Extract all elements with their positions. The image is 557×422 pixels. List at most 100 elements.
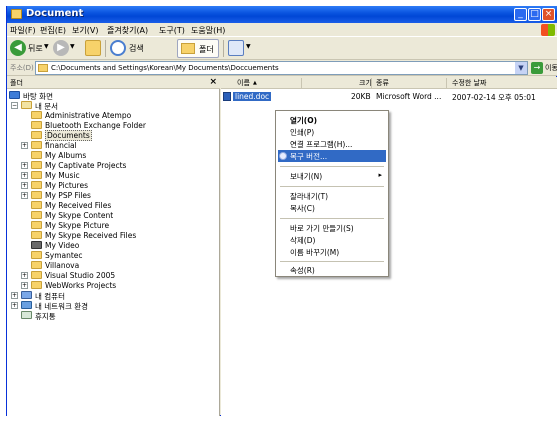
folder-icon	[31, 161, 42, 169]
file-size: 20KB	[351, 92, 371, 101]
tree-item-label[interactable]: Administrative Atempo	[45, 111, 131, 120]
back-label[interactable]: 뒤로	[28, 43, 43, 54]
folders-pane: 폴더 × 바탕 화면 − 내 문서 Administrative Atempo …	[7, 77, 220, 416]
menu-edit[interactable]: 편집(E)	[40, 25, 66, 36]
column-separator[interactable]	[301, 78, 302, 88]
expand-icon[interactable]: +	[21, 272, 28, 279]
menu-item-create-shortcut[interactable]: 바로 가기 만들기(S)	[278, 222, 386, 234]
maximize-button[interactable]: □	[528, 8, 541, 21]
submenu-arrow-icon: ▸	[378, 171, 382, 179]
tree-item-label[interactable]: 휴지통	[35, 311, 56, 322]
folders-label: 폴더	[199, 45, 214, 54]
views-button[interactable]	[228, 40, 244, 56]
minimize-button[interactable]: _	[514, 8, 527, 21]
folder-icon	[31, 201, 42, 209]
views-dropdown-icon[interactable]: ▼	[246, 43, 251, 50]
tree-item-label[interactable]: My Skype Received Files	[45, 231, 136, 240]
forward-dropdown-icon[interactable]: ▼	[70, 43, 75, 50]
tree-item-label[interactable]: Bluetooth Exchange Folder	[45, 121, 146, 130]
desktop-icon	[9, 91, 20, 99]
menu-item-label: 삭제(D)	[290, 236, 316, 245]
address-label: 주소(D)	[10, 64, 34, 72]
tree-item-label[interactable]: My Skype Content	[45, 211, 113, 220]
folder-icon	[31, 231, 42, 239]
menu-file[interactable]: 파일(F)	[10, 25, 36, 36]
file-name[interactable]: lined.doc	[233, 92, 272, 101]
expand-icon[interactable]: +	[21, 282, 28, 289]
folders-icon	[181, 43, 195, 54]
tree-item-label[interactable]: Symantec	[45, 251, 83, 260]
column-separator[interactable]	[371, 78, 372, 88]
folder-icon	[31, 271, 42, 279]
menu-item-restore-versions[interactable]: 복구 버전...	[278, 150, 386, 162]
menu-item-print[interactable]: 인쇄(P)	[278, 126, 386, 138]
menu-item-cut[interactable]: 잘라내기(T)	[278, 190, 386, 202]
expand-icon[interactable]: +	[21, 162, 28, 169]
menu-item-label: 보내기(N)	[290, 172, 323, 181]
tree-item-label[interactable]: My Pictures	[45, 181, 88, 190]
expand-icon[interactable]: +	[21, 192, 28, 199]
tree-item-label[interactable]: Villanova	[45, 261, 79, 270]
folder-icon	[31, 211, 42, 219]
tree-item-label[interactable]: My Albums	[45, 151, 86, 160]
menu-item-copy[interactable]: 복사(C)	[278, 202, 386, 214]
title-bar[interactable]: Document _ □ ×	[7, 6, 557, 23]
close-button[interactable]: ×	[542, 8, 555, 21]
tree-item-label[interactable]: financial	[45, 141, 77, 150]
column-separator[interactable]	[446, 78, 447, 88]
expand-icon[interactable]: +	[11, 302, 18, 309]
menu-item-label: 바로 가기 만들기(S)	[290, 224, 354, 233]
folder-icon	[31, 111, 42, 119]
menu-tools[interactable]: 도구(T)	[159, 25, 185, 36]
file-row[interactable]: lined.doc 20KB Microsoft Word ... 2007-0…	[221, 92, 557, 102]
tree-item-label[interactable]: My Video	[45, 241, 79, 250]
menu-view[interactable]: 보기(V)	[72, 25, 98, 36]
expand-icon[interactable]: +	[21, 142, 28, 149]
folder-icon	[31, 261, 42, 269]
menu-item-rename[interactable]: 이름 바꾸기(M)	[278, 246, 386, 258]
menu-divider	[280, 166, 384, 167]
file-modified: 2007-02-14 오후 05:01	[452, 93, 536, 102]
tree-item-label[interactable]: My Skype Picture	[45, 221, 109, 230]
tree-item-label[interactable]: My Music	[45, 171, 80, 180]
menu-item-open-with[interactable]: 연결 프로그램(H)...	[278, 138, 386, 150]
expand-icon[interactable]: +	[11, 292, 18, 299]
menu-item-send-to[interactable]: 보내기(N) ▸	[278, 170, 386, 182]
expand-icon[interactable]: +	[21, 172, 28, 179]
search-icon[interactable]	[110, 40, 126, 56]
tree-item-label[interactable]: Visual Studio 2005	[45, 271, 115, 280]
column-modified[interactable]: 수정한 날짜	[452, 78, 486, 88]
menu-help[interactable]: 도움말(H)	[191, 25, 225, 36]
word-document-icon	[223, 92, 231, 101]
close-pane-icon[interactable]: ×	[209, 77, 217, 87]
tree-item-label[interactable]: My Captivate Projects	[45, 161, 126, 170]
menu-item-delete[interactable]: 삭제(D)	[278, 234, 386, 246]
search-label[interactable]: 검색	[129, 43, 144, 54]
address-dropdown-icon[interactable]: ▼	[515, 62, 527, 74]
forward-button[interactable]: ▶	[53, 40, 69, 56]
tree-item-label[interactable]: Documents	[45, 130, 92, 141]
back-dropdown-icon[interactable]: ▼	[44, 43, 49, 50]
address-input[interactable]: C:\Documents and Settings\Korean\My Docu…	[35, 61, 528, 75]
tree-item-label[interactable]: WebWorks Projects	[45, 281, 116, 290]
menu-item-label: 속성(R)	[290, 266, 315, 275]
collapse-icon[interactable]: −	[11, 102, 18, 109]
folders-button[interactable]: 폴더	[177, 39, 219, 58]
menu-item-label: 이름 바꾸기(M)	[290, 248, 340, 257]
folder-icon	[31, 141, 42, 149]
up-folder-button[interactable]	[85, 40, 101, 56]
menu-item-properties[interactable]: 속성(R)	[278, 264, 386, 276]
go-button[interactable]: →	[531, 62, 543, 74]
tree-item-label[interactable]: My PSP Files	[45, 191, 91, 200]
menu-item-open[interactable]: 열기(O)	[278, 114, 386, 126]
address-path[interactable]: C:\Documents and Settings\Korean\My Docu…	[51, 64, 279, 72]
column-name[interactable]: 이름	[237, 78, 250, 88]
expand-icon[interactable]: +	[21, 182, 28, 189]
column-type[interactable]: 종류	[376, 78, 389, 88]
menu-favorites[interactable]: 즐겨찾기(A)	[107, 25, 148, 36]
go-label[interactable]: 이동	[545, 63, 557, 73]
column-size[interactable]: 크기	[359, 78, 372, 88]
menu-divider	[280, 218, 384, 219]
tree-item-label[interactable]: My Received Files	[45, 201, 111, 210]
back-button[interactable]: ◀	[10, 40, 26, 56]
